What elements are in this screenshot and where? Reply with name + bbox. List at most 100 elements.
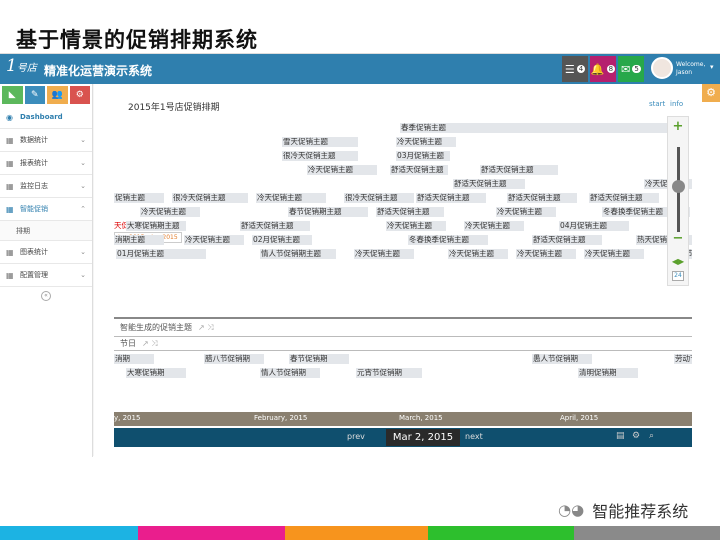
zoom-out-icon[interactable]: − [668,231,688,246]
timeline[interactable]: 天促销主题 Jan 2015 – Jan 2015 智能生成的促销主题↗ ⤨ 节… [114,120,692,416]
promo-event[interactable]: 舒适天促销主题 [480,165,558,175]
document-icon[interactable]: ▤ [616,431,625,441]
sidebar-item-data-stats[interactable]: ▦ 数据统计 ⌄ [0,129,92,152]
promo-event[interactable]: 冷天促销主题 [584,249,644,259]
promo-event[interactable]: 04月促销主题 [559,221,629,231]
calendar-icon: ▦ [6,135,14,145]
zoom-control[interactable]: + − ◀▶ 24 [667,116,689,286]
promo-event[interactable]: 春节促销期主题 [288,207,368,217]
promo-event[interactable]: 很冷天促销主题 [172,193,248,203]
prev-button[interactable]: prev [347,432,365,441]
promo-event[interactable]: 促销主题 [114,193,164,203]
holiday-event[interactable]: 愚人节促销期 [532,354,592,364]
holiday-event[interactable]: 腊八节促销期 [204,354,264,364]
timeline-axis[interactable]: y, 2015 February, 2015 March, 2015 April… [114,412,692,426]
promo-event[interactable]: 冷天促销主题 [496,207,556,217]
sidebar-item-config[interactable]: ▦ 配置管理 ⌄ [0,264,92,287]
holiday-event[interactable]: 清明促销期 [578,368,638,378]
cogs-button[interactable]: ⚙ [69,86,90,104]
sidebar-item-chart-stats[interactable]: ▦ 图表统计 ⌄ [0,241,92,264]
promo-event[interactable]: 冷天促销主题 [396,137,456,147]
promo-event[interactable]: 春季促销主题 [400,123,668,133]
promo-event[interactable]: 01月促销主题 [116,249,206,259]
calendar-icon: ▦ [6,204,14,214]
badge: 4 [576,65,586,73]
promo-event[interactable]: 大寒促销期主题 [126,221,186,231]
promo-event[interactable]: 冷天促销主题 [140,207,200,217]
footer-stripe-segment [285,526,428,540]
promo-event[interactable]: 冷天促销主题 [256,193,326,203]
avatar [651,57,673,79]
zoom-handle[interactable] [672,180,685,193]
zoom-in-icon[interactable]: + [668,119,688,134]
promo-event[interactable]: 冷天促销主题 [516,249,576,259]
promo-event[interactable]: 冷天促销主题 [354,249,414,259]
menu-button[interactable]: ☰ 4 [562,56,588,82]
promo-event[interactable]: 很冷天促销主题 [282,151,358,161]
calendar-icon: ▦ [6,270,14,280]
expand-icon[interactable]: ↗ ⤨ [198,323,214,332]
promo-event[interactable]: 舒适天促销主题 [589,193,659,203]
collapse-sidebar-icon[interactable]: « [41,291,51,301]
badge: 5 [632,65,641,73]
footer-stripe-segment [138,526,285,540]
chart-icon: ◣ [8,90,16,100]
start-link[interactable]: start [649,100,665,108]
search-icon[interactable]: ⌕ [649,431,654,441]
sidebar-subitem-schedule[interactable]: 排期 [0,221,92,241]
promo-event[interactable]: 冷天促销主题 [386,221,446,231]
notifications-button[interactable]: 🔔 8 [590,56,616,82]
promo-event[interactable]: 03月促销主题 [396,151,450,161]
axis-label: y, 2015 [114,414,141,422]
chart-button[interactable]: ◣ [2,86,23,104]
app-title: 精准化运营演示系统 [44,64,153,78]
promo-event[interactable]: 冷天促销主题 [464,221,524,231]
band-divider [114,317,692,319]
messages-button[interactable]: ✉ 5 [618,56,644,82]
promo-event[interactable]: 02月促销主题 [252,235,312,245]
sidebar-item-report-stats[interactable]: ▦ 报表统计 ⌄ [0,152,92,175]
band-divider [114,336,692,337]
promo-event[interactable]: 消期主题 [114,235,164,245]
bars-icon: ☰ [564,62,575,76]
promo-event[interactable]: 冷天促销主题 [184,235,244,245]
slide-title: 基于情景的促销排期系统 [16,28,258,52]
settings-gear-icon[interactable]: ⚙ [702,84,720,102]
promo-event[interactable]: 舒适天促销主题 [507,193,577,203]
promo-event[interactable]: 舒适天促销主题 [240,221,310,231]
sidebar-item-smart-promo[interactable]: ▦ 智能促销 ⌃ [0,198,92,221]
promo-event[interactable]: 冷天促销主题 [307,165,377,175]
holiday-event[interactable]: 春节促销期 [289,354,349,364]
promo-event[interactable]: 冬春换季促销主题 [408,235,488,245]
calendar-icon: ▦ [6,158,14,168]
chevron-up-icon: ⌃ [80,205,86,213]
next-button[interactable]: next [465,432,483,441]
promo-event[interactable]: 舒适天促销主题 [532,235,602,245]
holiday-event[interactable]: 情人节促销期 [260,368,320,378]
pencil-button[interactable]: ✎ [24,86,45,104]
user-menu[interactable]: Welcome, Jason ▾ [648,54,720,84]
promo-event[interactable]: 很冷天促销主题 [344,193,414,203]
promo-event[interactable]: 情人节促销期主题 [260,249,336,259]
promo-event[interactable]: 雪天促销主题 [282,137,358,147]
promo-event[interactable]: 舒适天促销主题 [453,179,525,189]
gear-icon[interactable]: ⚙ [632,431,640,441]
promo-event[interactable]: 舒适天促销主题 [390,165,448,175]
holiday-event[interactable]: 消期 [114,354,154,364]
user-name: Jason [676,69,693,76]
topbar: 1号店 精准化运营演示系统 ☰ 4 🔔 8 ✉ 5 Welcome, Jason ▾ [0,54,720,84]
sidebar-item-dashboard[interactable]: ◉ Dashboard [0,106,92,129]
expand-icon[interactable]: ↗ ⤨ [142,339,158,348]
holiday-event[interactable]: 元宵节促销期 [356,368,422,378]
promo-event[interactable]: 舒适天促销主题 [416,193,486,203]
sidebar-item-monitor-log[interactable]: ▦ 监控日志 ⌄ [0,175,92,198]
pan-arrows-icon[interactable]: ◀▶ [668,257,688,266]
promo-event[interactable]: 舒适天促销主题 [376,207,444,217]
axis-label: February, 2015 [254,414,308,422]
holiday-event[interactable]: 大寒促销期 [126,368,186,378]
promo-event[interactable]: 冷天促销主题 [448,249,508,259]
holiday-event[interactable]: 劳动节 [674,354,692,364]
info-link[interactable]: info [670,100,683,108]
users-button[interactable]: 👥 [47,86,68,104]
cogs-icon: ⚙ [75,90,84,100]
